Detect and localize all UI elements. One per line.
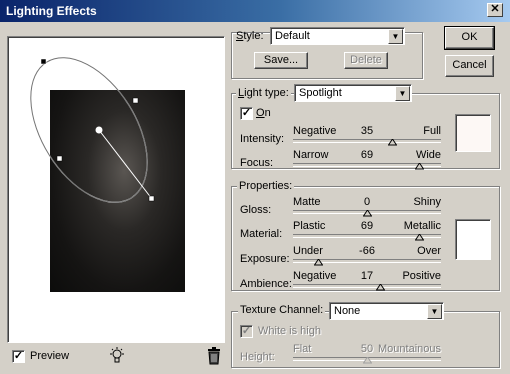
style-value: Default bbox=[275, 30, 310, 42]
ok-button[interactable]: OK bbox=[444, 26, 495, 50]
chevron-down-icon[interactable]: ▼ bbox=[395, 86, 410, 101]
white-is-high-checkbox[interactable]: ✓ bbox=[240, 325, 253, 338]
slider-thumb[interactable] bbox=[414, 234, 424, 241]
slider-max-label: Wide bbox=[415, 149, 441, 161]
slider-thumb[interactable] bbox=[375, 284, 385, 291]
slider-max-label: Mountainous bbox=[378, 343, 441, 355]
light-on-label: On bbox=[256, 107, 271, 119]
slider-label: Intensity: bbox=[240, 133, 285, 145]
slider-thumb[interactable] bbox=[363, 210, 372, 217]
properties-title: Properties: bbox=[237, 180, 295, 192]
light-on-checkbox[interactable]: ✓ bbox=[240, 107, 253, 120]
chevron-down-icon[interactable]: ▼ bbox=[388, 29, 403, 44]
slider-thumb[interactable] bbox=[388, 139, 398, 146]
light-ellipse-outline bbox=[30, 57, 148, 203]
slider-max-label: Full bbox=[423, 125, 441, 137]
save-button[interactable]: Save... bbox=[254, 52, 308, 69]
preview-checkbox[interactable]: ✓ bbox=[12, 350, 25, 363]
delete-button[interactable]: Delete bbox=[344, 52, 388, 69]
preview-label: Preview bbox=[30, 350, 70, 362]
texture-channel-value: None bbox=[334, 305, 361, 317]
slider-max-label: Shiny bbox=[413, 196, 441, 208]
slider-track[interactable] bbox=[293, 284, 441, 288]
light-type-label: Light type: bbox=[236, 87, 291, 99]
close-button[interactable]: ✕ bbox=[487, 3, 503, 17]
slider-thumb[interactable] bbox=[414, 163, 424, 170]
light-handle-left[interactable] bbox=[56, 155, 63, 162]
slider-thumb[interactable] bbox=[363, 357, 372, 364]
white-is-high-label: White is high bbox=[258, 325, 321, 337]
slider-max-label: Metallic bbox=[403, 220, 441, 232]
slider-label: Material: bbox=[240, 228, 283, 240]
slider-label: Height: bbox=[240, 351, 275, 363]
light-handle-right[interactable] bbox=[132, 97, 139, 104]
slider-label: Gloss: bbox=[240, 204, 272, 216]
light-color-swatch[interactable] bbox=[455, 114, 491, 152]
slider-max-label: Over bbox=[417, 245, 441, 257]
chevron-down-icon[interactable]: ▼ bbox=[427, 304, 442, 319]
texture-channel-label: Texture Channel: bbox=[238, 304, 326, 316]
slider-thumb[interactable] bbox=[314, 259, 324, 266]
trash-icon[interactable] bbox=[206, 347, 222, 365]
style-dropdown[interactable]: Default ▼ bbox=[270, 27, 405, 45]
light-handle-bottom[interactable] bbox=[148, 195, 155, 202]
light-type-dropdown[interactable]: Spotlight ▼ bbox=[294, 84, 412, 102]
cancel-button[interactable]: Cancel bbox=[445, 55, 494, 77]
new-light-icon[interactable] bbox=[108, 347, 126, 365]
slider-label: Exposure: bbox=[240, 253, 290, 265]
slider-label: Focus: bbox=[240, 157, 274, 169]
light-ellipse-overlay[interactable] bbox=[0, 0, 230, 345]
style-label: Style: bbox=[236, 30, 264, 42]
slider-max-label: Positive bbox=[402, 270, 441, 282]
light-handle-top[interactable] bbox=[40, 58, 47, 65]
light-type-value: Spotlight bbox=[299, 87, 342, 99]
light-center-handle[interactable] bbox=[95, 126, 103, 134]
texture-channel-dropdown[interactable]: None ▼ bbox=[329, 302, 444, 320]
slider-track[interactable] bbox=[293, 139, 441, 143]
properties-color-swatch[interactable] bbox=[455, 219, 491, 260]
slider-label: Ambience: bbox=[240, 278, 292, 290]
